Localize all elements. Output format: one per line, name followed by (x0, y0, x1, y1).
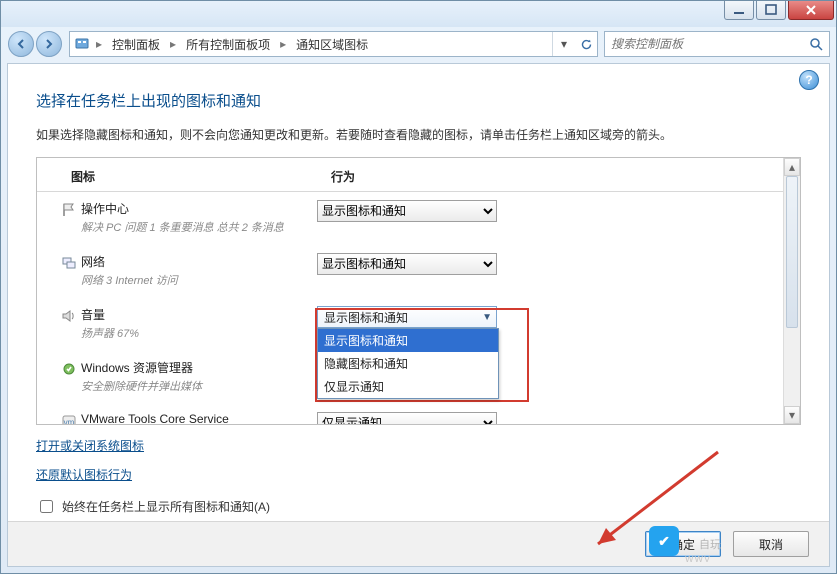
chevron-right-icon: ▸ (278, 37, 288, 51)
chevron-right-icon: ▸ (94, 37, 104, 51)
list-row: 音量 扬声器 67% 显示图标和通知 ▼ 显示图标和通知 (57, 298, 764, 351)
usb-icon (57, 359, 81, 377)
window-root: ▸ 控制面板 ▸ 所有控制面板项 ▸ 通知区域图标 ▾ ? 选择在任务栏上出现的 (0, 0, 837, 574)
col-header-behavior: 行为 (331, 168, 780, 185)
cancel-button[interactable]: 取消 (733, 531, 809, 557)
row-title: 操作中心 (81, 200, 317, 217)
row-title: VMware Tools Core Service (81, 412, 317, 424)
row-subtitle: 扬声器 67% (81, 325, 317, 341)
row-subtitle: 安全删除硬件并弹出媒体 (81, 378, 317, 394)
row-title: Windows 资源管理器 (81, 359, 317, 376)
combo-option[interactable]: 仅显示通知 (318, 375, 498, 398)
network-icon (57, 253, 81, 271)
combo-dropdown: 显示图标和通知 隐藏图标和通知 仅显示通知 (317, 328, 499, 399)
scrollbar[interactable]: ▴ ▾ (783, 158, 800, 424)
behavior-combo-open[interactable]: 显示图标和通知 ▼ 显示图标和通知 隐藏图标和通知 仅显示通知 (317, 306, 501, 328)
row-subtitle: 解决 PC 问题 1 条重要消息 总共 2 条消息 (81, 219, 317, 235)
icons-list-box: 图标 行为 操作中心 解决 PC 问题 1 条重要消息 总共 2 条消息 (36, 157, 801, 425)
minimize-button[interactable] (724, 1, 754, 20)
behavior-combo[interactable]: 显示图标和通知 (317, 253, 497, 275)
scroll-thumb[interactable] (786, 176, 798, 328)
address-tools: ▾ (552, 32, 597, 56)
list-body: 操作中心 解决 PC 问题 1 条重要消息 总共 2 条消息 显示图标和通知 (37, 192, 784, 424)
chevron-down-icon: ▼ (482, 312, 492, 323)
scroll-up-button[interactable]: ▴ (784, 158, 800, 176)
history-dropdown-button[interactable]: ▾ (553, 32, 575, 56)
link-restore-defaults[interactable]: 还原默认图标行为 (36, 466, 132, 483)
combo-option[interactable]: 显示图标和通知 (318, 329, 498, 352)
watermark-badge: ✔ (649, 526, 679, 556)
chevron-right-icon: ▸ (168, 37, 178, 51)
scroll-down-button[interactable]: ▾ (784, 406, 800, 424)
titlebar (1, 1, 836, 27)
page-title: 选择在任务栏上出现的图标和通知 (36, 90, 801, 111)
breadcrumb-seg-1[interactable]: 控制面板 (104, 32, 168, 56)
svg-text:vm: vm (64, 418, 75, 424)
search-icon[interactable] (803, 32, 829, 56)
combo-button[interactable]: 显示图标和通知 ▼ (317, 306, 497, 328)
page-description: 如果选择隐藏图标和通知，则不会向您通知更改和更新。若要随时查看隐藏的图标，请单击… (36, 125, 801, 145)
list-row: vm VMware Tools Core Service VMware Tool… (57, 404, 764, 424)
speaker-icon (57, 306, 81, 324)
list-row: 操作中心 解决 PC 问题 1 条重要消息 总共 2 条消息 显示图标和通知 (57, 192, 764, 245)
link-system-icons[interactable]: 打开或关闭系统图标 (36, 437, 144, 454)
combo-value: 显示图标和通知 (324, 309, 408, 326)
nav-row: ▸ 控制面板 ▸ 所有控制面板项 ▸ 通知区域图标 ▾ (1, 27, 836, 61)
breadcrumb-seg-2[interactable]: 所有控制面板项 (178, 32, 278, 56)
always-show-row: 始终在任务栏上显示所有图标和通知(A) (36, 497, 801, 516)
back-button[interactable] (8, 31, 34, 57)
list-row: 网络 网络 3 Internet 访问 显示图标和通知 (57, 245, 764, 298)
watermark-text: 自玩 (699, 536, 721, 552)
row-title: 网络 (81, 253, 317, 270)
col-header-icon: 图标 (71, 168, 331, 185)
watermark-sub: WWV (685, 554, 711, 564)
search-box[interactable] (604, 31, 830, 57)
list-header: 图标 行为 (37, 158, 800, 192)
search-input[interactable] (605, 37, 803, 51)
maximize-button[interactable] (756, 1, 786, 20)
help-button[interactable]: ? (799, 70, 819, 90)
refresh-button[interactable] (575, 32, 597, 56)
always-show-checkbox[interactable] (40, 500, 53, 513)
vmware-icon: vm (57, 412, 81, 424)
always-show-label: 始终在任务栏上显示所有图标和通知(A) (62, 498, 270, 515)
flag-icon (57, 200, 81, 218)
behavior-combo[interactable]: 显示图标和通知 (317, 200, 497, 222)
control-panel-icon (74, 36, 90, 52)
row-subtitle: 网络 3 Internet 访问 (81, 272, 317, 288)
window-controls (722, 1, 834, 20)
combo-option[interactable]: 隐藏图标和通知 (318, 352, 498, 375)
content-panel: ? 选择在任务栏上出现的图标和通知 如果选择隐藏图标和通知，则不会向您通知更改和… (7, 63, 830, 567)
forward-button[interactable] (36, 31, 62, 57)
breadcrumb-seg-3[interactable]: 通知区域图标 (288, 32, 376, 56)
row-title: 音量 (81, 306, 317, 323)
behavior-combo[interactable]: 仅显示通知 (317, 412, 497, 424)
close-button[interactable] (788, 1, 834, 20)
address-bar[interactable]: ▸ 控制面板 ▸ 所有控制面板项 ▸ 通知区域图标 ▾ (69, 31, 598, 57)
nav-back-forward (7, 29, 63, 59)
